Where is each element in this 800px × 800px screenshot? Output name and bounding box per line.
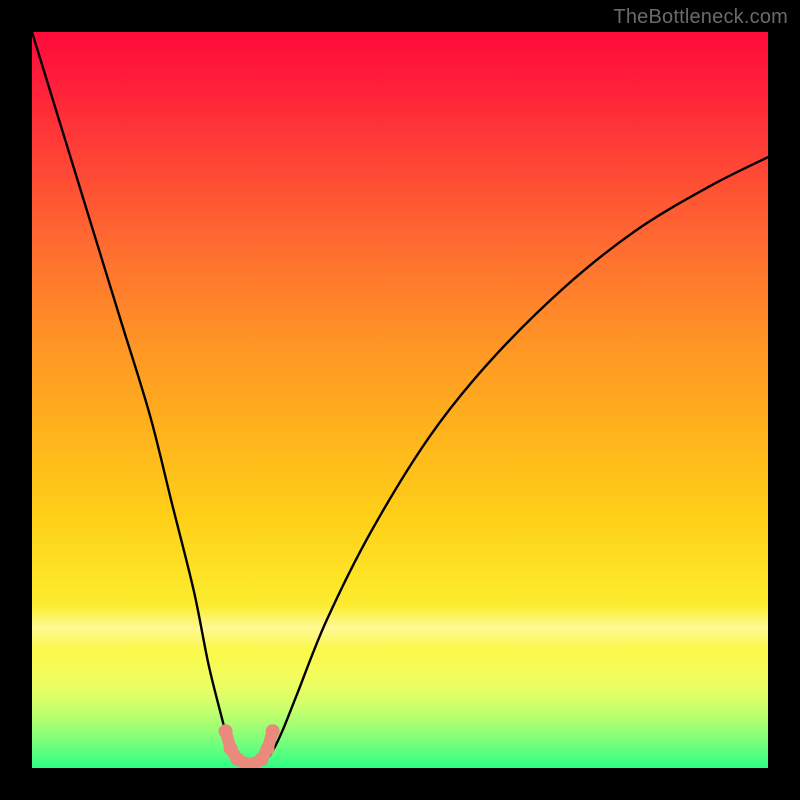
attribution-text: TheBottleneck.com (613, 6, 788, 29)
marker-dot (219, 724, 233, 738)
plot-area (32, 32, 768, 768)
curve-layer (32, 32, 768, 768)
marker-dot (261, 742, 275, 756)
marker-dot (266, 724, 280, 738)
marker-cluster (219, 724, 280, 768)
chart-frame: TheBottleneck.com (0, 0, 800, 800)
bottleneck-curve-path (32, 32, 768, 768)
